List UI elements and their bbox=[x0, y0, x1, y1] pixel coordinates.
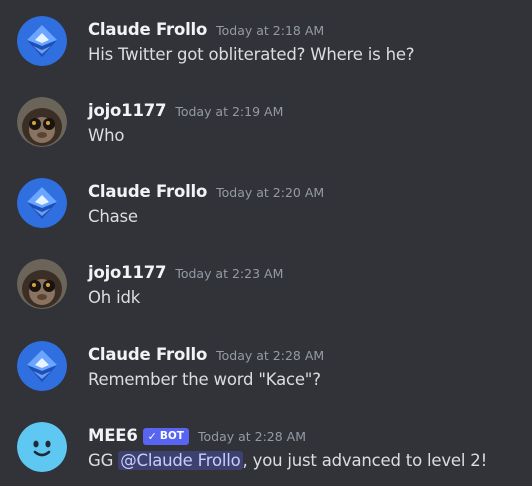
mee6-smiley-avatar-icon bbox=[17, 422, 67, 472]
chat-message: Claude Frollo Today at 2:20 AM Chase bbox=[0, 178, 532, 238]
chat-message: MEE6 ✓ BOT Today at 2:28 AM GG @Claude F… bbox=[0, 422, 532, 482]
message-content: His Twitter got obliterated? Where is he… bbox=[88, 45, 415, 64]
message-content: Oh idk bbox=[88, 288, 141, 307]
chat-message-list: Claude Frollo Today at 2:18 AM His Twitt… bbox=[0, 0, 532, 486]
avatar-claude-frollo[interactable] bbox=[17, 341, 67, 391]
chat-message: Claude Frollo Today at 2:28 AM Remember … bbox=[0, 341, 532, 401]
avatar-jojo1177[interactable] bbox=[17, 97, 67, 147]
message-header: jojo1177 Today at 2:19 AM bbox=[88, 97, 283, 123]
monkey-photo-avatar-icon bbox=[17, 97, 67, 147]
chat-message: jojo1177 Today at 2:23 AM Oh idk bbox=[0, 259, 532, 319]
timestamp: Today at 2:23 AM bbox=[175, 265, 284, 281]
timestamp: Today at 2:20 AM bbox=[216, 184, 325, 200]
message-header: MEE6 ✓ BOT Today at 2:28 AM bbox=[88, 422, 306, 448]
message-content: Who bbox=[88, 126, 125, 145]
timestamp: Today at 2:18 AM bbox=[216, 22, 325, 38]
message-content: Remember the word "Kace"? bbox=[88, 370, 321, 389]
message-content: GG @Claude Frollo, you just advanced to … bbox=[88, 451, 487, 470]
monkey-photo-avatar-icon bbox=[17, 259, 67, 309]
message-header: Claude Frollo Today at 2:18 AM bbox=[88, 16, 324, 42]
username[interactable]: MEE6 bbox=[88, 426, 138, 445]
avatar-claude-frollo[interactable] bbox=[17, 178, 67, 228]
bot-badge: ✓ BOT bbox=[142, 427, 189, 445]
checkmark-icon: ✓ bbox=[147, 429, 157, 443]
message-header: jojo1177 Today at 2:23 AM bbox=[88, 259, 283, 285]
message-text: GG bbox=[88, 451, 119, 470]
username[interactable]: jojo1177 bbox=[88, 101, 167, 120]
chat-message: jojo1177 Today at 2:19 AM Who bbox=[0, 97, 532, 157]
message-header: Claude Frollo Today at 2:28 AM bbox=[88, 341, 324, 367]
bot-badge-label: BOT bbox=[159, 430, 184, 442]
avatar-mee6[interactable] bbox=[17, 422, 67, 472]
username[interactable]: Claude Frollo bbox=[88, 182, 207, 201]
avatar-claude-frollo[interactable] bbox=[17, 16, 67, 66]
user-mention[interactable]: @Claude Frollo bbox=[118, 451, 243, 470]
blue-crystal-avatar-icon bbox=[17, 178, 67, 228]
username[interactable]: jojo1177 bbox=[88, 263, 167, 282]
timestamp: Today at 2:28 AM bbox=[197, 428, 307, 444]
username[interactable]: Claude Frollo bbox=[88, 345, 207, 364]
avatar-jojo1177[interactable] bbox=[17, 259, 67, 309]
chat-message: Claude Frollo Today at 2:18 AM His Twitt… bbox=[0, 16, 532, 76]
timestamp: Today at 2:19 AM bbox=[175, 103, 284, 119]
timestamp: Today at 2:28 AM bbox=[216, 347, 325, 363]
message-header: Claude Frollo Today at 2:20 AM bbox=[88, 178, 324, 204]
blue-crystal-avatar-icon bbox=[17, 16, 67, 66]
username[interactable]: Claude Frollo bbox=[88, 20, 207, 39]
blue-crystal-avatar-icon bbox=[17, 341, 67, 391]
message-content: Chase bbox=[88, 207, 138, 226]
message-text: , you just advanced to level 2! bbox=[242, 451, 488, 470]
